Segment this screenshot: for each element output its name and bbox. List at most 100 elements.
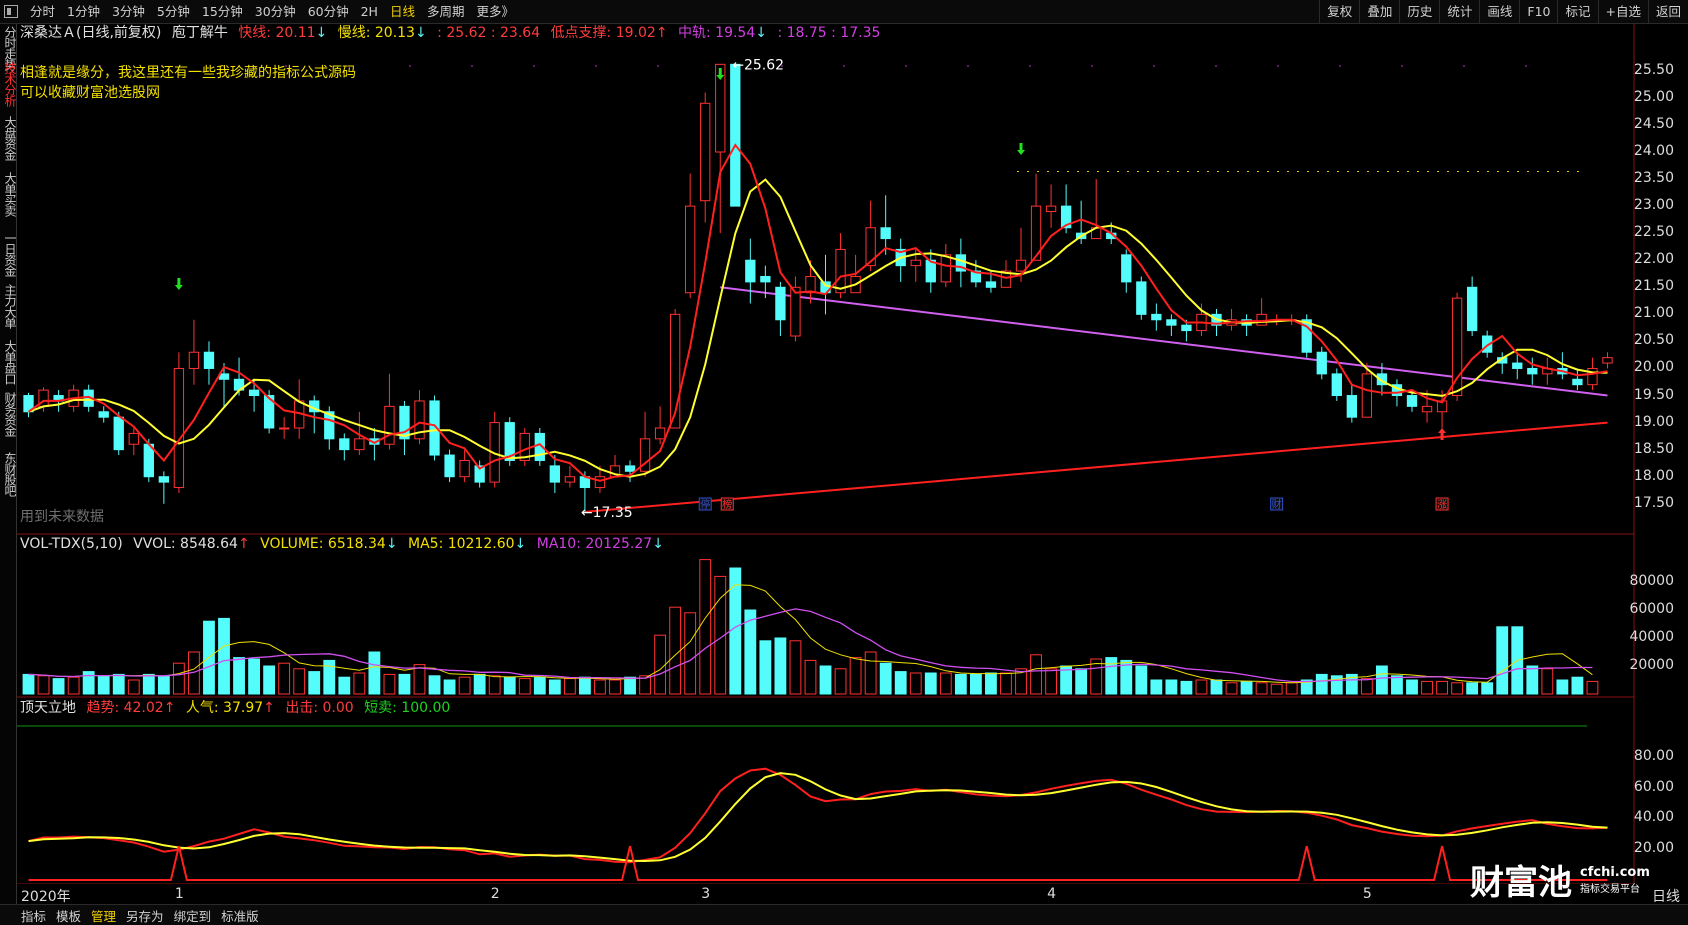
- side-tab[interactable]: 一日资金: [0, 232, 17, 276]
- period-tab[interactable]: 1分钟: [61, 0, 106, 24]
- volume-bar: [1481, 682, 1494, 695]
- annotation-line-2: 可以收藏财富池选股网: [20, 85, 160, 101]
- toolbar-action[interactable]: 叠加: [1359, 0, 1399, 23]
- short-sell-value: 短卖: 100.00: [364, 700, 451, 716]
- period-tab[interactable]: 更多》: [470, 0, 520, 24]
- side-tab[interactable]: 大单买卖: [0, 172, 17, 216]
- toolbar-action[interactable]: 画线: [1479, 0, 1519, 23]
- volume-bar: [263, 665, 276, 695]
- candle-body: [1361, 373, 1373, 418]
- watermark-sub: 指标交易平台: [1580, 883, 1640, 895]
- candle-body: [594, 476, 606, 489]
- stock-title[interactable]: 深桑达Ａ(日线,前复权): [20, 25, 161, 41]
- period-tab[interactable]: 5分钟: [151, 0, 196, 24]
- side-tab[interactable]: 大单盘口: [0, 340, 17, 384]
- side-tab[interactable]: 主力大单: [0, 284, 17, 328]
- toolbar-action[interactable]: 返回: [1647, 0, 1688, 23]
- price-tick: 20.00: [1633, 359, 1674, 376]
- period-tab[interactable]: 3分钟: [106, 0, 151, 24]
- chart-canvas[interactable]: ←25.62 ←17.35 停榜 财 涨: [17, 24, 1688, 884]
- volume-bar: [473, 673, 486, 695]
- bottom-tab[interactable]: 另存为: [121, 906, 169, 925]
- event-marker: 停: [700, 498, 710, 511]
- volume-bar: [969, 673, 982, 695]
- toolbar-action[interactable]: 历史: [1399, 0, 1439, 23]
- price-tick: 22.50: [1633, 224, 1674, 241]
- candle-body: [113, 416, 124, 451]
- popularity-value: 人气: 37.97↑: [186, 700, 275, 716]
- bottom-tab[interactable]: 指标: [16, 906, 51, 925]
- volume-bar: [1225, 682, 1238, 695]
- popularity-text: 人气: 37.97: [185, 700, 264, 716]
- toolbar-action[interactable]: 复权: [1319, 0, 1359, 23]
- event-marker: 财: [1272, 498, 1282, 511]
- arrow-down-icon: ↓: [385, 536, 398, 552]
- extra-values-text: : 18.75 : 17.35: [777, 25, 881, 41]
- volume-bar: [669, 606, 682, 695]
- candle-body: [384, 405, 395, 445]
- bottom-tab[interactable]: 标准版: [216, 906, 264, 925]
- volume-bar: [1135, 665, 1148, 695]
- vvol-value: VVOL: 8548.64↑: [133, 536, 250, 552]
- volume-bar: [218, 617, 230, 695]
- candle-body: [910, 259, 921, 267]
- period-tab[interactable]: 30分钟: [249, 0, 302, 24]
- arrow-down-icon: [174, 278, 183, 290]
- period-tab[interactable]: 2H: [355, 0, 384, 24]
- volume-bar: [278, 662, 291, 695]
- indicator-name[interactable]: 庖丁解牛: [172, 25, 228, 41]
- volume-bar: [97, 675, 110, 695]
- date-tick: 1: [174, 886, 184, 902]
- bottom-tab[interactable]: 模板: [51, 906, 86, 925]
- volume-tick: 20000: [1629, 657, 1674, 673]
- side-tab[interactable]: 财务资金: [0, 392, 17, 436]
- volume-bar: [909, 672, 922, 695]
- candle-body: [218, 373, 230, 380]
- volume-bar: [879, 662, 892, 695]
- candle-body: [880, 227, 891, 240]
- date-tick: 2020年: [21, 889, 71, 905]
- bottom-tab[interactable]: 管理: [86, 906, 121, 925]
- candle-body: [564, 476, 576, 483]
- volume-bar: [248, 658, 260, 695]
- arrow-down-icon: [1017, 143, 1026, 155]
- arrow-down-icon: ↓: [414, 25, 427, 41]
- period-tab[interactable]: 60分钟: [302, 0, 355, 24]
- side-tab[interactable]: 东财股吧: [0, 452, 17, 496]
- volume-bar: [985, 672, 997, 695]
- volume-bar: [67, 676, 80, 695]
- exit-signal-line: [28, 845, 1608, 881]
- volume-value: VOLUME: 6518.34↓: [260, 536, 397, 552]
- volume-indicator-name[interactable]: VOL-TDX(5,10): [20, 536, 123, 552]
- price-tick: 18.00: [1633, 467, 1674, 484]
- toolbar-action[interactable]: 统计: [1439, 0, 1479, 23]
- toolbar-action[interactable]: +自选: [1597, 0, 1648, 23]
- window-icon[interactable]: [4, 5, 18, 18]
- period-tab[interactable]: 日线: [384, 0, 421, 24]
- candle-body: [700, 102, 711, 202]
- period-tab[interactable]: 多周期: [421, 0, 471, 24]
- toolbar-action[interactable]: F10: [1519, 0, 1557, 23]
- volume-bar: [804, 659, 817, 695]
- volume-bar: [1150, 679, 1163, 695]
- period-tab[interactable]: 15分钟: [196, 0, 249, 24]
- indicator-panel-name[interactable]: 顶天立地: [20, 700, 76, 716]
- volume-bar: [428, 675, 441, 695]
- volume-bar: [1255, 682, 1268, 695]
- volume-bar: [1030, 654, 1042, 695]
- side-tab[interactable]: 大盘资金: [0, 116, 17, 160]
- toolbar-action[interactable]: 标记: [1557, 0, 1597, 23]
- volume-bar: [684, 612, 697, 695]
- price-tick: 22.00: [1633, 251, 1674, 268]
- event-marker: 榜: [722, 498, 732, 511]
- bottom-tab[interactable]: 绑定到: [169, 906, 217, 925]
- volume-bar: [503, 676, 516, 695]
- period-tab[interactable]: 分时: [24, 0, 61, 24]
- candle-body: [399, 405, 410, 440]
- volume-bar: [864, 651, 877, 695]
- side-tab[interactable]: 技术分析: [0, 62, 17, 106]
- volume-text: VOLUME: 6518.34: [260, 536, 386, 552]
- volume-bar: [37, 675, 50, 695]
- date-axis: 2020年 1 2 3 4 5: [17, 884, 1634, 905]
- candle-body: [940, 254, 951, 283]
